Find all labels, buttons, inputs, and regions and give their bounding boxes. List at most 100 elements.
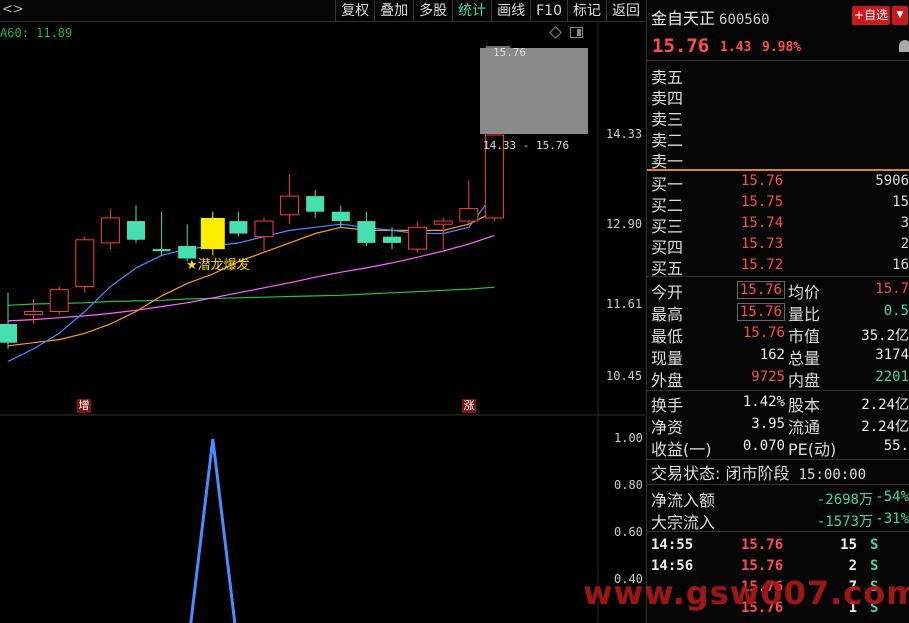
stock-app: <> 复权 叠加 多股 统计 画线 F10 标记 返回 A60: 11.89 1… [0,0,909,623]
stat-label: 收益(一) [651,440,712,459]
stat-value: 15.7 [875,281,909,297]
candle-body [254,220,274,238]
indicator-tick: 0.60 [614,525,643,539]
stat-label: 均价 [788,283,821,302]
stat-value: 15.76 [742,325,785,341]
trade-side: S [870,537,879,553]
flow-label: 净流入额 [651,491,716,510]
event-badge[interactable]: 涨 [462,399,476,413]
indicator-line [189,438,237,623]
stat-value: 2.24亿 [861,419,909,435]
stat-value: 0.5 [883,303,909,319]
candle-body [280,195,300,216]
bid-price: 15.74 [741,215,784,231]
price-tick: 10.45 [606,369,643,383]
bid-price: 15.75 [741,194,784,210]
restore-rights-button[interactable]: 复权 [335,0,374,22]
stat-value: 3.95 [751,416,785,432]
stat-label: 市值 [788,327,821,346]
price-tick: 12.90 [606,217,643,231]
multi-stock-button[interactable]: 多股 [413,0,452,22]
add-favorite-button[interactable]: +自选 [852,6,890,25]
back-button[interactable]: 返回 [606,0,645,22]
bell-icon[interactable] [899,40,909,52]
signal-annotation: ★潜龙爆发 [186,258,250,273]
event-badge[interactable]: 增 [77,399,91,413]
candle-body [49,289,69,313]
candle-body [357,221,376,243]
candle-body [459,208,479,222]
divider [647,531,909,532]
trade-status: 交易状态: 闭市阶段 15:00:00 [651,463,909,484]
chart-toolbar: <> 复权 叠加 多股 统计 画线 F10 标记 返回 [0,0,645,22]
candle-body [331,211,350,222]
trade-time: 14:56 [651,558,694,574]
candle-body [0,323,17,343]
draw-line-button[interactable]: 画线 [491,0,530,22]
stat-label: PE(动) [788,440,837,459]
range-high-label: 15.76 [493,46,527,59]
bid-volume: 3 [900,215,909,231]
bid-volume: 2 [900,236,909,252]
overlay-button[interactable]: 叠加 [374,0,413,22]
stock-name: 金自天正 [651,9,716,28]
stat-value: 55. [883,438,909,454]
trade-status-label: 交易状态: [651,464,721,483]
stat-label: 净资 [651,418,684,437]
trade-price: 15.76 [741,537,784,553]
bid-volume: 5906 [875,173,909,189]
toolbar-buttons: 复权 叠加 多股 统计 画线 F10 标记 返回 [335,0,645,22]
price-change: 1.43 [720,40,752,55]
price-change-pct: 9.98% [762,40,802,55]
nav-arrows[interactable]: <> [2,2,24,17]
stat-value: 9725 [751,369,785,385]
bid-price: 15.76 [741,173,784,189]
ma60-label: A60: 11.89 [0,26,73,40]
quote-panel: 金自天正 600560 +自选 ▼ 15.76 1.43 9.98% 卖五 卖四 卖三… [646,0,909,623]
statistics-button[interactable]: 统计 [452,0,491,22]
stat-value: 0.070 [742,438,785,454]
stat-value: 1.42% [742,394,785,410]
stat-label: 现量 [651,349,684,368]
stat-label: 换手 [651,396,684,415]
flow-label: 大宗流入 [651,513,716,532]
bid-price: 15.73 [741,236,784,252]
stat-value: 2201 [875,369,909,385]
candle-body [229,221,248,234]
stat-value: 35.2亿 [861,328,909,344]
bid-price: 15.72 [741,257,784,273]
candle-body [433,220,453,225]
divider [647,276,909,277]
candle-body [152,249,171,252]
flow-pct: -54% [875,489,909,505]
trade-status-time: 15:00:00 [798,467,867,483]
kline-chart[interactable]: A60: 11.89 15.76 14.33 - 15.76 14.33 12.… [0,22,645,623]
flow-pct: -31% [875,511,909,527]
candle-body [100,217,120,244]
candle-body [200,217,225,250]
divider [647,459,909,460]
stat-label: 量比 [788,305,821,324]
divider [647,484,909,485]
mark-button[interactable]: 标记 [567,0,606,22]
f10-button[interactable]: F10 [530,0,567,22]
trade-price: 15.76 [741,558,784,574]
trade-side: S [870,558,879,574]
candle-body [24,311,44,316]
stat-value: 15.76 [736,303,785,321]
stock-title: 金自天正 600560 [651,5,770,29]
trade-volume: 15 [840,537,857,553]
divider [647,390,909,391]
divider [647,60,909,61]
stat-label: 总量 [788,349,821,368]
favorite-dropdown-button[interactable]: ▼ [892,6,908,25]
stat-label: 外盘 [651,371,684,390]
indicator-tick: 0.80 [614,478,643,492]
watermark: www.gsw007.com [583,574,909,612]
stat-value: 2.24亿 [861,397,909,413]
stat-label: 最高 [651,305,684,324]
window-toggle-icon[interactable] [570,27,583,38]
trade-volume: 2 [848,558,857,574]
kline-chart-canvas[interactable] [0,22,645,623]
stat-label: 股本 [788,396,821,415]
